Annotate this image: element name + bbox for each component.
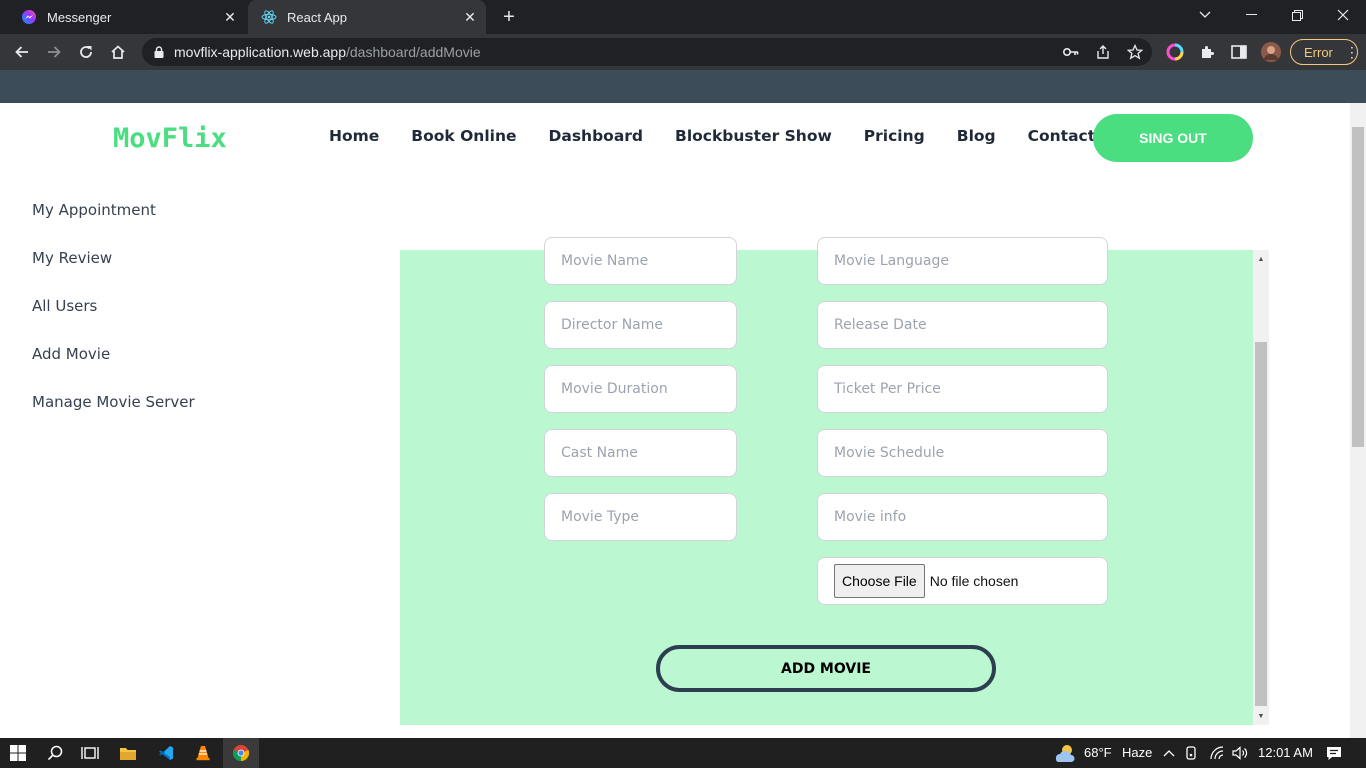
meet-now-icon[interactable]	[1180, 741, 1204, 765]
share-icon[interactable]	[1094, 43, 1112, 61]
add-movie-form-panel: Choose File No file chosen ADD MOVIE	[400, 237, 1253, 725]
restore-icon[interactable]	[1274, 0, 1320, 30]
browser-toolbar: movflix-application.web.app/dashboard/ad…	[0, 34, 1366, 70]
vlc-icon[interactable]	[191, 741, 215, 765]
url-host: movflix-application.web.app	[174, 44, 346, 60]
weather-condition[interactable]: Haze	[1122, 745, 1152, 760]
address-bar[interactable]: movflix-application.web.app/dashboard/ad…	[142, 38, 1152, 66]
nav-home[interactable]: Home	[329, 127, 379, 145]
task-view-icon[interactable]	[78, 741, 102, 765]
nav-blockbuster-show[interactable]: Blockbuster Show	[675, 127, 832, 145]
movie-type-input[interactable]	[544, 493, 737, 541]
reload-icon[interactable]	[75, 41, 97, 63]
poster-file-input: Choose File No file chosen	[817, 557, 1108, 605]
chevron-down-icon[interactable]	[1182, 0, 1228, 30]
release-date-input[interactable]	[817, 301, 1108, 349]
extension-icon[interactable]	[1196, 41, 1218, 63]
browser-tabbar: Messenger ✕ React App ✕ +	[0, 0, 1366, 34]
key-icon[interactable]	[1062, 43, 1080, 61]
windows-start-icon[interactable]	[6, 741, 30, 765]
close-icon[interactable]: ✕	[460, 7, 480, 27]
react-icon	[261, 9, 277, 25]
search-icon[interactable]	[43, 741, 67, 765]
clock[interactable]: 12:01 AM	[1258, 745, 1313, 760]
movie-info-input[interactable]	[817, 493, 1108, 541]
tab-react-app[interactable]: React App ✕	[248, 0, 486, 34]
windows-taskbar: 68°F Haze 12:01 AM	[0, 738, 1366, 768]
nav-blog[interactable]: Blog	[957, 127, 996, 145]
sign-out-button[interactable]: SING OUT	[1093, 114, 1253, 162]
forward-icon[interactable]	[43, 41, 65, 63]
minimize-icon[interactable]	[1228, 0, 1274, 30]
chrome-icon[interactable]	[223, 738, 259, 768]
weather-temp[interactable]: 68°F	[1084, 745, 1112, 760]
sidepanel-icon[interactable]	[1228, 41, 1250, 63]
nav-book-online[interactable]: Book Online	[411, 127, 516, 145]
sidebar-item-my-appointment[interactable]: My Appointment	[32, 200, 195, 248]
error-chip[interactable]: Error ⋮	[1290, 39, 1359, 65]
nav-pricing[interactable]: Pricing	[864, 127, 925, 145]
bookmark-bar	[0, 70, 1366, 103]
director-name-input[interactable]	[544, 301, 737, 349]
chevron-up-icon[interactable]	[1157, 741, 1181, 765]
dashboard-sidebar: My Appointment My Review All Users Add M…	[32, 200, 195, 440]
star-icon[interactable]	[1126, 43, 1144, 61]
web-page: MovFlix Home Book Online Dashboard Block…	[0, 103, 1350, 738]
tab-messenger[interactable]: Messenger ✕	[8, 0, 246, 34]
choose-file-button[interactable]: Choose File	[834, 564, 925, 598]
back-icon[interactable]	[11, 41, 33, 63]
sidebar-item-manage-movie-server[interactable]: Manage Movie Server	[32, 392, 195, 440]
scroll-down-arrow-icon[interactable]: ▼	[1256, 711, 1266, 721]
profile-avatar[interactable]	[1260, 41, 1282, 63]
wifi-icon[interactable]	[1205, 741, 1229, 765]
scrollbar-thumb[interactable]	[1255, 342, 1267, 706]
add-movie-button[interactable]: ADD MOVIE	[656, 645, 996, 692]
ticket-price-input[interactable]	[817, 365, 1108, 413]
new-tab-icon[interactable]: +	[498, 6, 520, 28]
movie-duration-input[interactable]	[544, 365, 737, 413]
cast-name-input[interactable]	[544, 429, 737, 477]
nav-contact[interactable]: Contact	[1028, 127, 1096, 145]
more-menu-icon[interactable]: ⋮	[1345, 44, 1359, 61]
sidebar-item-my-review[interactable]: My Review	[32, 248, 195, 296]
messenger-icon	[21, 9, 37, 25]
color-extension-icon[interactable]	[1164, 41, 1186, 63]
speaker-icon[interactable]	[1228, 741, 1252, 765]
weather-haze-icon[interactable]	[1052, 741, 1078, 765]
movie-name-input[interactable]	[544, 237, 737, 285]
brand-logo[interactable]: MovFlix	[113, 123, 227, 154]
main-nav: Home Book Online Dashboard Blockbuster S…	[313, 127, 1111, 145]
home-icon[interactable]	[107, 41, 129, 63]
page-scrollbar[interactable]	[1350, 103, 1366, 738]
lock-icon[interactable]	[154, 46, 164, 58]
vscode-icon[interactable]	[154, 741, 178, 765]
scrollbar-thumb[interactable]	[1352, 127, 1364, 447]
tab-title: Messenger	[47, 9, 112, 25]
close-icon[interactable]: ✕	[220, 7, 240, 27]
file-status: No file chosen	[929, 573, 1019, 589]
form-scrollbar[interactable]: ▲ ▼	[1253, 250, 1269, 725]
movie-schedule-input[interactable]	[817, 429, 1108, 477]
sidebar-item-add-movie[interactable]: Add Movie	[32, 344, 195, 392]
notification-icon[interactable]	[1322, 741, 1346, 765]
tab-title: React App	[287, 9, 347, 25]
file-explorer-icon[interactable]	[116, 741, 140, 765]
nav-dashboard[interactable]: Dashboard	[549, 127, 644, 145]
url-path: /dashboard/addMovie	[345, 44, 481, 60]
movie-language-input[interactable]	[817, 237, 1108, 285]
error-label: Error	[1304, 44, 1333, 60]
close-window-icon[interactable]	[1320, 0, 1366, 30]
scroll-up-arrow-icon[interactable]: ▲	[1256, 254, 1266, 264]
sidebar-item-all-users[interactable]: All Users	[32, 296, 195, 344]
